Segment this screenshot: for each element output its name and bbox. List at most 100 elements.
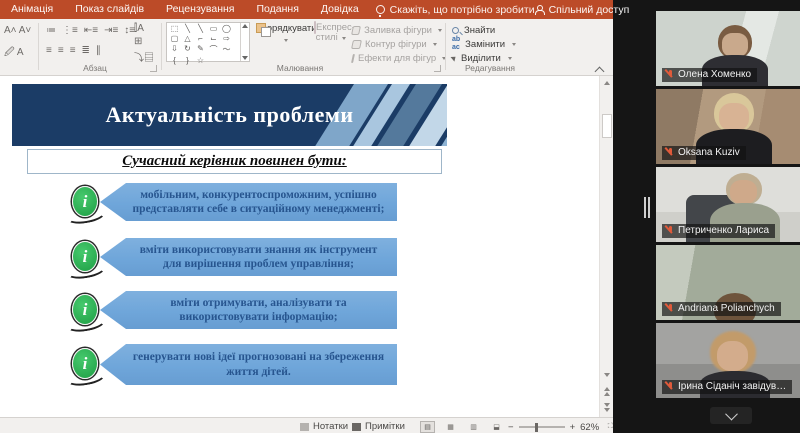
align-center-icon[interactable]: ≡ [58,45,64,56]
shape-curve-icon: 〜 [222,45,231,54]
tab-review[interactable]: Рецензування [155,0,245,19]
notes-label: Нотатки [313,421,349,432]
comments-label: Примітки [365,421,405,432]
shape-elbow-arrow-icon: ⌙ [210,34,217,43]
shape-brace-left-icon: { [173,56,176,65]
participant-video[interactable]: Петриченко Лариса [656,167,800,242]
mic-muted-icon [666,147,674,158]
reading-view-button[interactable]: ▥ [466,421,481,433]
share-label: Спільний доступ [548,3,630,16]
scrollbar-thumb[interactable] [602,114,612,138]
font-size-buttons-icon[interactable]: A˄ A˅ [4,25,31,36]
drawing-dialog-launcher[interactable] [434,65,441,72]
select-cursor-icon [450,54,458,62]
find-button[interactable]: Знайти [452,23,516,37]
participant-silhouette [719,103,749,131]
shape-elbow-icon: ⌐ [198,34,203,43]
collapse-ribbon-icon[interactable] [595,64,605,71]
bullet-text: вміти отримувати, аналізувати та викорис… [170,296,347,323]
align-left-icon[interactable]: ≡ [46,45,52,56]
previous-slide-button[interactable] [600,384,614,398]
next-slide-button[interactable] [600,400,614,414]
shape-effects-label: Ефекти для фігур [358,52,437,64]
participant-video[interactable]: Ірина Сіданіч завідув… [656,323,800,398]
status-bar: Нотатки Примітки ▤ ▦ ▥ ⬓ − + 62% ⛶ [0,417,613,433]
font-group-fragment: A˄ A˅ [4,25,31,36]
mic-muted-icon [666,69,674,80]
normal-view-button[interactable]: ▤ [420,421,435,433]
slide-subtitle-shape[interactable]: Сучасний керівник повинен бути: [27,149,442,174]
panel-resize-handle[interactable] [644,197,651,218]
shape-roundrect-icon: ▢ [170,34,179,43]
shape-star-icon: ☆ [196,56,205,65]
bullet-banner[interactable]: вміти використовувати знання як інструме… [100,238,397,276]
quick-styles-button[interactable]: Експрес-стилі [314,21,355,43]
vertical-scrollbar[interactable] [599,76,613,417]
drawing-group-label: Малювання [276,63,324,73]
bullets-icon[interactable]: ≔ [46,25,56,36]
tab-view[interactable]: Подання [245,0,309,19]
columns-icon[interactable]: ∥ [96,45,101,56]
zoom-slider-knob[interactable] [534,422,538,432]
shapes-gallery-scroll[interactable] [240,23,249,61]
chevron-down-icon [438,28,442,32]
bullet-banner[interactable]: вміти отримувати, аналізувати та викорис… [100,291,397,329]
shape-fill-button[interactable]: Заливка фігури [351,23,442,37]
comments-button[interactable]: Примітки [352,421,405,432]
shape-outline-button[interactable]: Контур фігури [351,37,442,51]
paragraph-dialog-launcher[interactable] [150,65,157,72]
slideshow-view-button[interactable]: ⬓ [489,421,504,433]
info-icon: i [72,348,98,379]
shape-fill-icon [351,25,362,35]
scroll-up-icon [242,24,248,28]
slide-sorter-view-button[interactable]: ▦ [443,421,458,433]
participant-video[interactable]: Oksana Kuziv [656,89,800,164]
scroll-down-button[interactable] [600,368,614,382]
bullet-banner[interactable]: мобільним, конкурентоспроможним, успішно… [100,183,397,221]
replace-button[interactable]: ab ac Замінити [452,36,517,51]
shape-ellipse-icon: ◯ [222,24,231,33]
align-text-icon[interactable]: ⊞ [134,36,154,47]
participant-video[interactable]: Andriana Polianchych [656,245,800,320]
zoom-in-button[interactable]: + [570,422,576,433]
share-button[interactable]: Спільний доступ [534,3,630,16]
slide-title-shape[interactable]: Актуальність проблеми [12,84,447,146]
collapse-gallery-button[interactable] [710,407,752,424]
zoom-slider[interactable] [518,422,565,432]
participant-silhouette [730,180,757,204]
font-color-icon[interactable]: 🖉 A [4,45,24,62]
participant-video[interactable]: Олена Хоменко [656,11,800,86]
tab-slideshow[interactable]: Показ слайдів [64,0,155,19]
arrange-button[interactable]: Упорядкувати [256,23,317,45]
person-icon [534,5,545,15]
convert-smartart-icon[interactable]: ⤵▤ [134,49,154,64]
font-color-fragment: 🖉 A [4,45,24,62]
shapes-gallery[interactable]: ⬚ ╲ ╲ ▭ ◯ ▢ △ ⌐ ⌙ ⇨ ⇩ ↻ ✎ ⌒ 〜 { } ☆ [166,22,250,65]
chevron-down-icon [342,37,347,40]
zoom-out-button[interactable]: − [508,422,514,433]
paragraph-group-label: Абзац [83,63,107,73]
increase-indent-icon[interactable]: ⇥≡ [104,25,118,36]
lightbulb-icon [375,5,385,17]
participant-silhouette [717,341,748,371]
mic-muted-icon [666,225,674,236]
decrease-indent-icon[interactable]: ⇤≡ [84,25,98,36]
shape-effects-button[interactable]: Ефекти для фігур [351,51,447,65]
fit-to-window-button[interactable]: ⛶ [604,421,613,433]
tab-animation[interactable]: Анімація [0,0,64,19]
tell-me-box[interactable]: Скажіть, що потрібно зробити [375,4,535,17]
group-divider [445,23,446,70]
bullet-banner[interactable]: генерувати нові ідеї прогнозовані на збе… [100,344,397,385]
editing-group-label: Редагування [464,63,515,73]
notes-button[interactable]: Нотатки [300,421,348,432]
shape-effects-icon [351,53,355,63]
text-direction-icon[interactable]: ⫿A [134,23,154,34]
slide-canvas[interactable]: Актуальність проблеми Сучасний керівник … [0,76,599,417]
numbering-icon[interactable]: ⋮≡ [62,25,78,36]
view-switcher: ▤ ▦ ▥ ⬓ [420,421,504,433]
scroll-up-button[interactable] [600,76,614,90]
paragraph-mini-column: ⫿A ⊞ ⤵▤ [134,23,154,64]
justify-icon[interactable]: ≣ [82,45,90,56]
align-right-icon[interactable]: ≡ [70,45,76,56]
tab-help[interactable]: Довідка [310,0,370,19]
